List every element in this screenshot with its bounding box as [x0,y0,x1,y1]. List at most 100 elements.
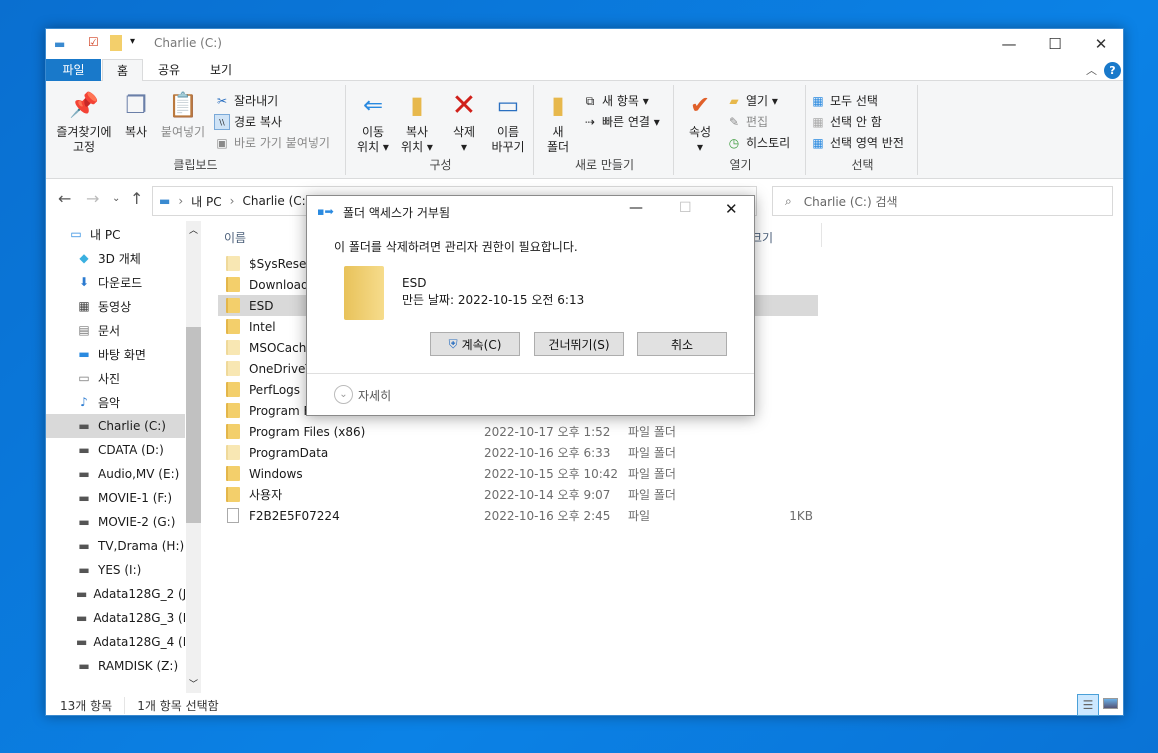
nav-item-label: 다운로드 [98,275,143,290]
nav-item-label: Adata128G_4 (L [93,635,185,649]
nav-item[interactable]: ▬ 바탕 화면 [46,342,185,366]
organize-group: ⇐ 이동 위치 ▾ ▮ 복사 위치 ▾ ✕ 삭제 ▾ ▭ 이름 바꾸기 구성 [348,85,534,175]
select-all-button[interactable]: ▦ 모두 선택 [810,91,878,111]
file-row[interactable]: 사용자 2022-10-14 오후 9:07 파일 폴더 [218,484,818,505]
file-row[interactable]: ProgramData 2022-10-16 오후 6:33 파일 폴더 [218,442,818,463]
pin-quick-access-button[interactable]: 📌 즐겨찾기에 고정 [52,89,116,155]
column-header-name[interactable]: 이름 [224,229,246,246]
paste-shortcut-icon: ▣ [216,136,228,150]
file-date: 2022-10-15 오후 10:42 [484,467,619,481]
file-type: 파일 폴더 [628,425,676,439]
nav-item[interactable]: ▬ Charlie (C:) [46,414,185,438]
search-box[interactable]: ⌕ Charlie (C:) 검색 [772,186,1113,216]
nav-item[interactable]: ▬ MOVIE-2 (G:) [46,510,185,534]
close-button[interactable]: ✕ [1078,29,1124,59]
breadcrumb-this-pc[interactable]: 내 PC [191,193,221,210]
nav-item[interactable]: ▬ MOVIE-1 (F:) [46,486,185,510]
nav-item[interactable]: ◆ 3D 개체 [46,246,185,270]
continue-button[interactable]: ⛨ 계속(C) [430,332,520,356]
file-type: 파일 폴더 [628,446,676,460]
details-toggle[interactable]: 자세히 [358,387,391,404]
nav-item[interactable]: ▬ YES (I:) [46,558,185,582]
skip-button[interactable]: 건너뛰기(S) [534,332,624,356]
nav-item[interactable]: ▬ TV,Drama (H:) [46,534,185,558]
tab-home[interactable]: 홈 [102,59,144,82]
nav-item[interactable]: ▬ Adata128G_2 (J: [46,582,185,606]
cancel-button[interactable]: 취소 [637,332,727,356]
up-button[interactable]: ↑ [130,189,143,208]
paste-button[interactable]: 📋 붙여넣기 [158,89,208,140]
minimize-button[interactable]: — [986,29,1032,59]
properties-check-icon: ✔ [689,90,711,119]
tab-file[interactable]: 파일 [46,59,101,81]
selection-count: 1개 항목 선택함 [124,696,219,714]
nav-item[interactable]: ♪ 음악 [46,390,185,414]
details-view-icon[interactable]: ☰ [1077,694,1099,716]
rename-icon: ▭ [496,90,520,119]
new-folder-button[interactable]: ▮ 새 폴더 [540,89,576,155]
move-to-button[interactable]: ⇐ 이동 위치 ▾ [352,89,394,155]
large-icons-view-icon[interactable] [1103,698,1118,709]
collapse-ribbon-icon[interactable]: ︿ [1086,62,1097,78]
select-none-button[interactable]: ▦ 선택 안 함 [810,112,881,132]
nav-scrollbar[interactable]: ︿ ﹀ [186,221,201,693]
tab-view[interactable]: 보기 [196,59,246,81]
dialog-message: 이 폴더를 삭제하려면 관리자 권한이 필요합니다. [334,240,578,254]
copy-path-button[interactable]: \\ 경로 복사 [214,112,282,132]
new-item-button[interactable]: ⧉ 새 항목 ▾ [582,91,649,111]
copy-button[interactable]: ❐ 복사 [118,89,154,140]
nav-item-label: MOVIE-1 (F:) [98,491,173,505]
file-row[interactable]: Windows 2022-10-15 오후 10:42 파일 폴더 [218,463,818,484]
new-folder-quick-icon[interactable] [110,35,122,51]
maximize-button[interactable]: ☐ [1032,29,1078,59]
expand-details-icon[interactable]: ⌄ [334,385,353,404]
cut-button[interactable]: ✂ 잘라내기 [214,91,278,111]
forward-button[interactable]: → [86,189,99,208]
rename-button[interactable]: ▭ 이름 바꾸기 [486,89,530,155]
nav-item[interactable]: ⬇ 다운로드 [46,270,185,294]
delete-button[interactable]: ✕ 삭제 ▾ [444,89,484,155]
nav-item[interactable]: ▬ Adata128G_3 (K [46,606,185,630]
history-button[interactable]: ◷ 히스토리 [726,133,790,153]
nav-item-label: MOVIE-2 (G:) [98,515,176,529]
easy-access-button[interactable]: ⇢ 빠른 연결 ▾ [582,112,660,132]
nav-item[interactable]: ▬ CDATA (D:) [46,438,185,462]
customize-quick-access-icon[interactable]: ▾ [130,36,135,47]
file-type: 파일 폴더 [628,467,676,481]
back-button[interactable]: ← [58,189,71,208]
copy-to-button[interactable]: ▮ 복사 위치 ▾ [396,89,438,155]
file-row[interactable]: Program Files (x86) 2022-10-17 오후 1:52 파일 … [218,421,818,442]
breadcrumb-drive[interactable]: Charlie (C:) [242,194,310,208]
nav-item-label: 문서 [98,323,121,338]
tab-share[interactable]: 공유 [144,59,194,81]
file-row[interactable]: F2B2E5F07224 2022-10-16 오후 2:45 파일 1KB [218,505,818,526]
nav-item[interactable]: ▦ 동영상 [46,294,185,318]
folder-icon [226,424,240,439]
scroll-up-icon[interactable]: ︿ [189,223,198,236]
nav-item-label: 내 PC [90,227,121,242]
nav-item[interactable]: ▭ 사진 [46,366,185,390]
nav-item[interactable]: ▬ RAMDISK (Z:) [46,654,185,678]
recent-locations-button[interactable]: ⌄ [112,193,120,204]
properties-quick-icon[interactable]: ☑ [88,35,99,49]
nav-item-label: Adata128G_2 (J: [93,587,185,601]
properties-button[interactable]: ✔ 속성 ▾ [680,89,720,155]
select-group: ▦ 모두 선택 ▦ 선택 안 함 ▦ 선택 영역 반전 선택 [808,85,918,175]
dialog-close-button[interactable]: ✕ [725,200,738,218]
nav-item[interactable]: ▬ Adata128G_4 (L [46,630,185,654]
dialog-minimize-button[interactable]: — [629,200,643,216]
dialog-maximize-button[interactable]: ☐ [679,200,692,216]
chevron-right-icon: › [178,194,184,208]
open-button[interactable]: ▰ 열기 ▾ [726,91,778,111]
edit-button[interactable]: ✎ 편집 [726,112,768,132]
scroll-down-icon[interactable]: ﹀ [189,677,198,690]
help-icon[interactable]: ? [1104,62,1121,79]
nav-item[interactable]: ▬ Audio,MV (E:) [46,462,185,486]
file-name: Intel [249,319,276,334]
nav-item[interactable]: ▤ 문서 [46,318,185,342]
paste-shortcut-button[interactable]: ▣ 바로 가기 붙여넣기 [214,133,330,153]
nav-item[interactable]: ▭ 내 PC [46,222,185,246]
invert-selection-button[interactable]: ▦ 선택 영역 반전 [810,133,904,153]
nav-item-label: Charlie (C:) [98,419,166,433]
scrollbar-thumb[interactable] [186,327,201,523]
